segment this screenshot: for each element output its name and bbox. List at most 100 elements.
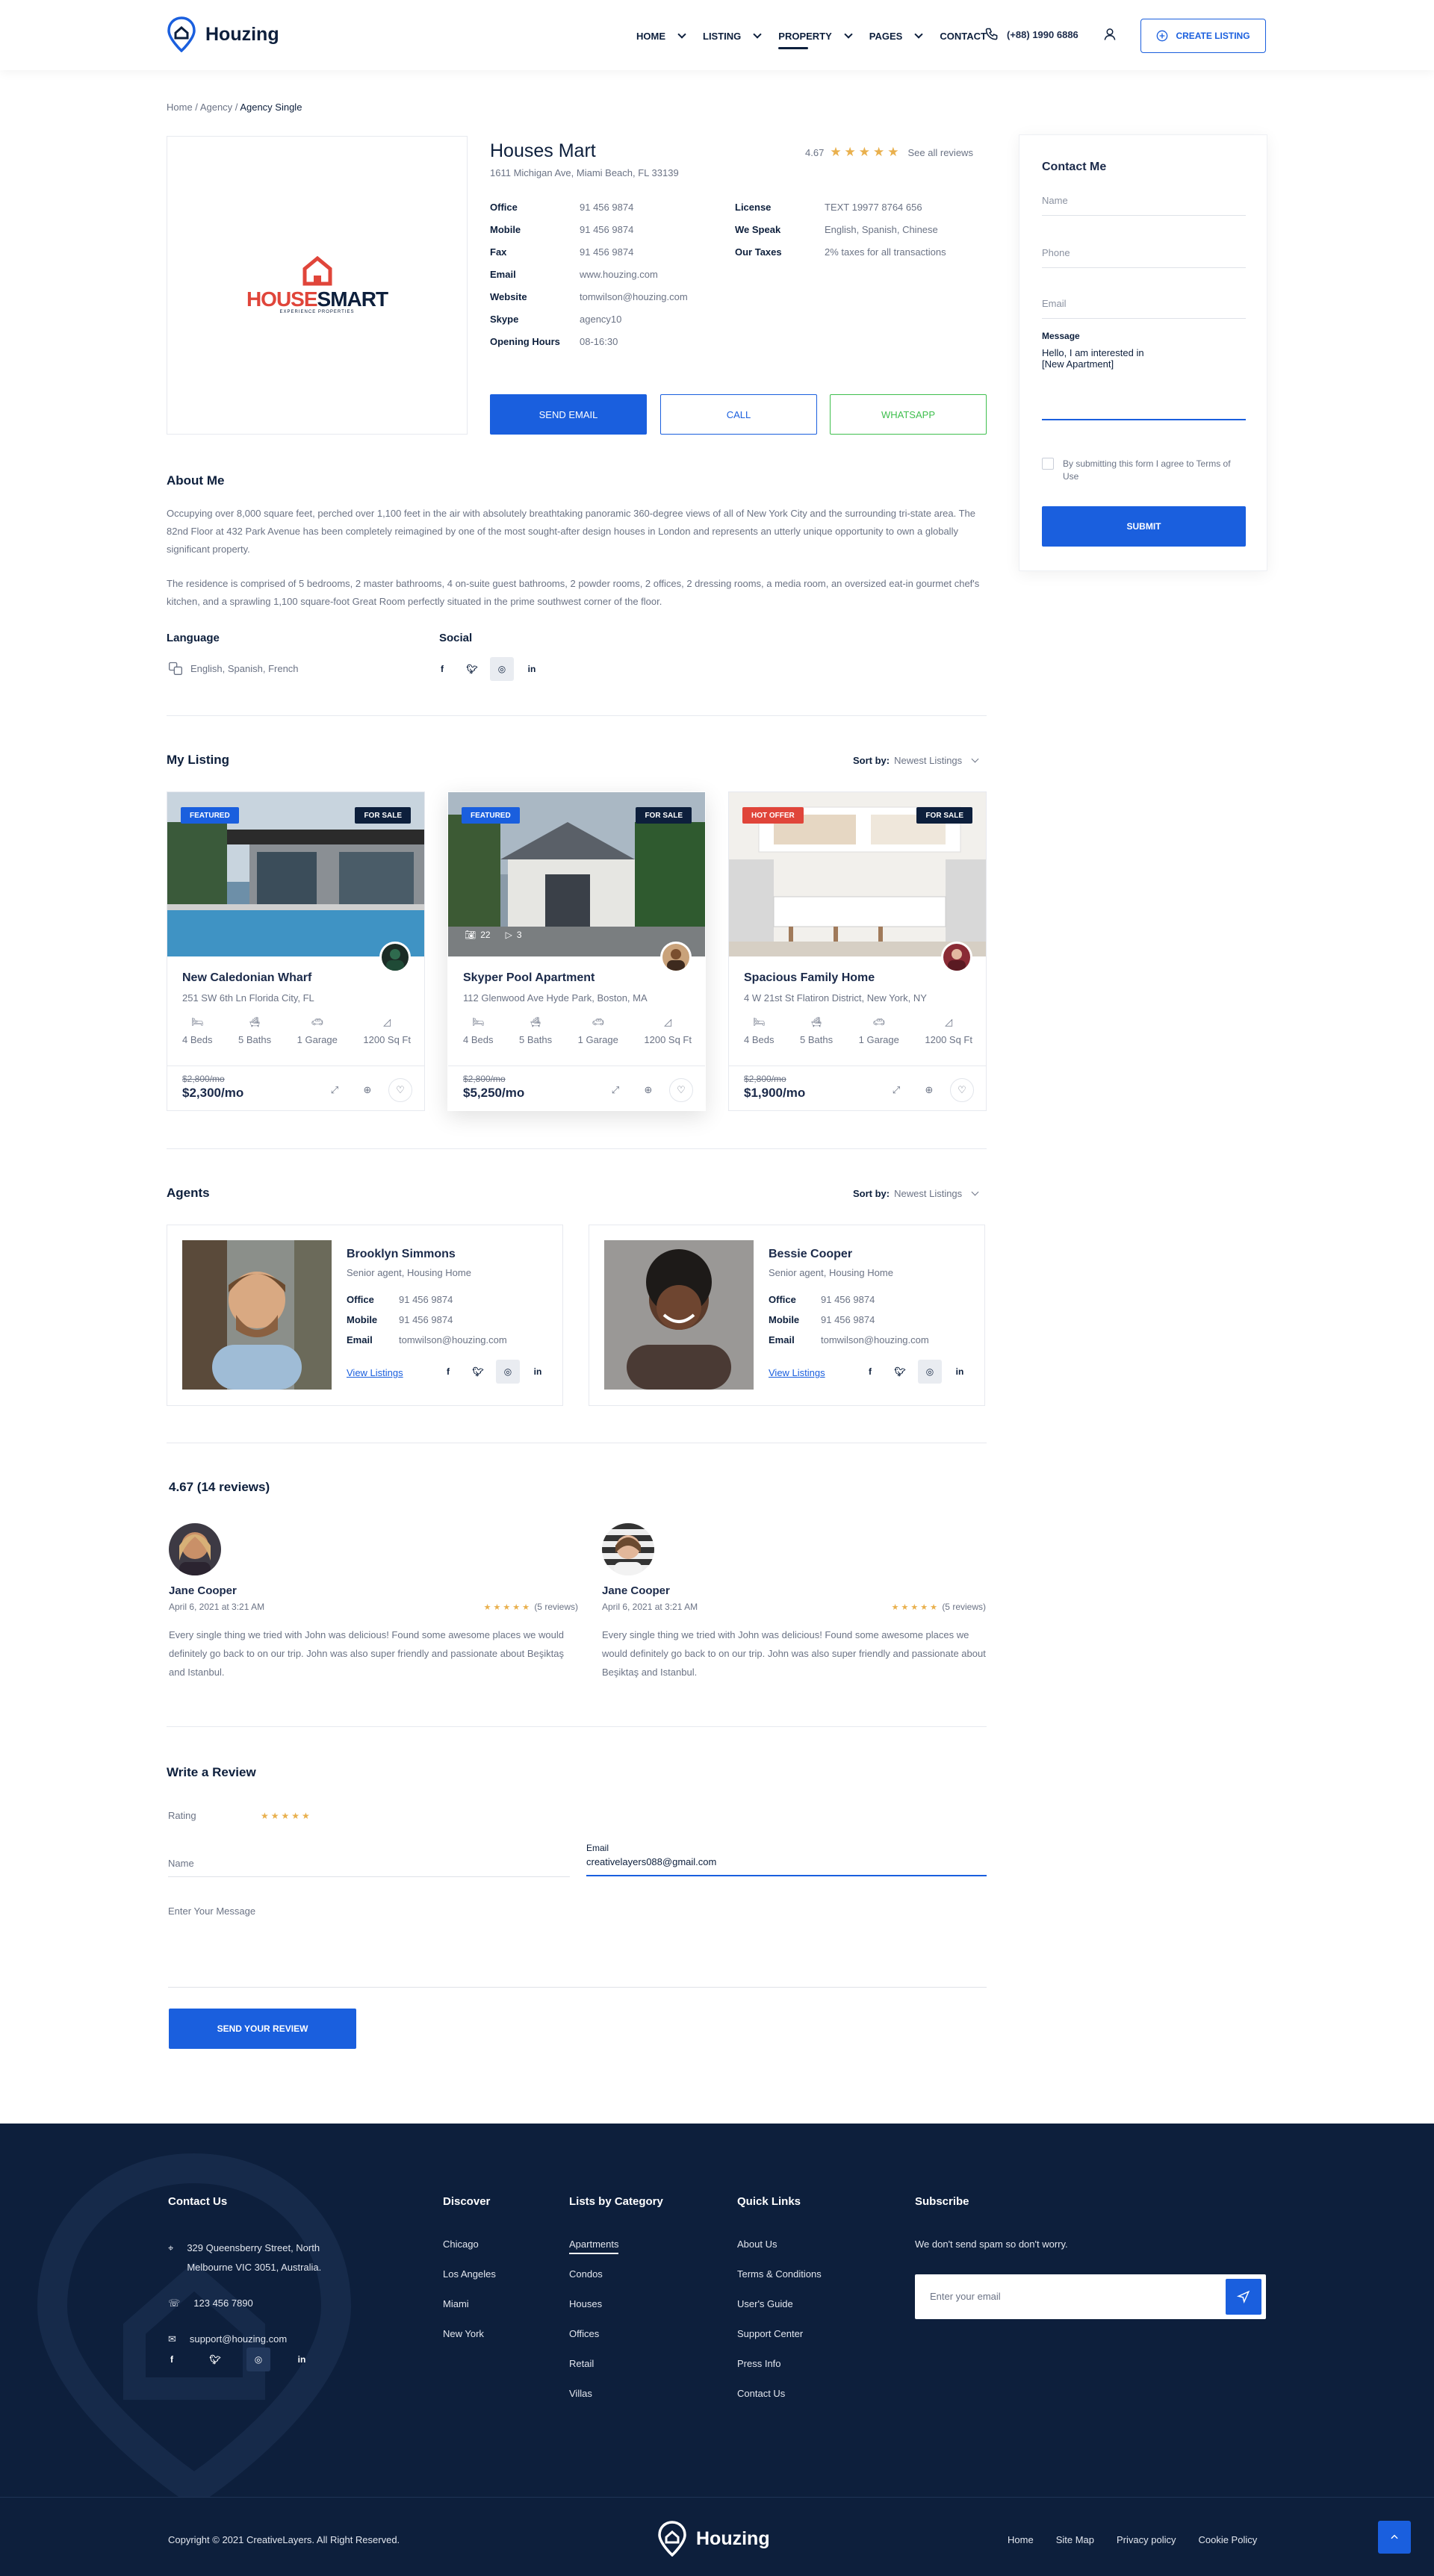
footer-link[interactable]: Houses: [569, 2298, 618, 2328]
heart-icon[interactable]: ♡: [669, 1078, 693, 1102]
back-to-top-button[interactable]: [1378, 2521, 1411, 2554]
whatsapp-button[interactable]: WHATSAPP: [830, 394, 987, 435]
linkedin-icon[interactable]: in: [290, 2348, 314, 2371]
nav-listing[interactable]: LISTING: [703, 27, 762, 45]
review-message-textarea[interactable]: Enter Your Message: [168, 1905, 987, 1988]
see-all-reviews-link[interactable]: See all reviews: [908, 147, 973, 158]
compare-icon[interactable]: ⊕: [356, 1078, 379, 1102]
footer-bottom-link[interactable]: Cookie Policy: [1198, 2534, 1257, 2545]
footer-bottom-link[interactable]: Site Map: [1056, 2534, 1094, 2545]
contact-email-input[interactable]: Email: [1042, 298, 1246, 319]
nav-pages[interactable]: PAGES: [869, 27, 924, 45]
listing-sort-dropdown[interactable]: Sort by: Newest Listings: [853, 755, 979, 766]
footer-bottom-link[interactable]: Home: [1008, 2534, 1034, 2545]
contact-message-textarea[interactable]: Message Hello, I am interested in [New A…: [1042, 331, 1246, 420]
agent-photo[interactable]: [604, 1240, 754, 1390]
facebook-icon[interactable]: f: [160, 2348, 184, 2371]
instagram-icon[interactable]: ◎: [246, 2348, 270, 2371]
view-listings-link[interactable]: View Listings: [347, 1367, 403, 1378]
instagram-icon[interactable]: ◎: [496, 1360, 520, 1384]
footer-link[interactable]: Support Center: [737, 2328, 822, 2358]
agent-photo[interactable]: [182, 1240, 332, 1390]
nav-property[interactable]: PROPERTY: [778, 27, 853, 49]
agent-name[interactable]: Brooklyn Simmons: [347, 1248, 456, 1261]
instagram-icon[interactable]: ◎: [918, 1360, 942, 1384]
footer-link[interactable]: Retail: [569, 2358, 618, 2388]
site-logo[interactable]: Houzing: [167, 16, 279, 52]
terms-checkbox[interactable]: [1042, 458, 1054, 470]
expand-icon[interactable]: ⤢: [603, 1078, 627, 1102]
send-email-button[interactable]: SEND EMAIL: [490, 394, 647, 435]
listing-title[interactable]: Spacious Family Home: [744, 971, 875, 985]
footer-logo[interactable]: Houzing: [657, 2521, 770, 2557]
subscribe-button[interactable]: [1226, 2279, 1261, 2315]
heart-icon[interactable]: ♡: [950, 1078, 974, 1102]
listing-image[interactable]: HOT OFFER FOR SALE: [729, 792, 986, 956]
instagram-icon[interactable]: ◎: [490, 657, 514, 681]
footer-email[interactable]: support@houzing.com: [190, 2330, 287, 2349]
subscribe-email-input[interactable]: Enter your email: [915, 2274, 1266, 2319]
footer-link[interactable]: About Us: [737, 2239, 822, 2268]
header-phone[interactable]: (+88) 1990 6886: [984, 27, 1078, 42]
breadcrumb-home[interactable]: Home: [167, 102, 193, 113]
agents-sort-dropdown[interactable]: Sort by: Newest Listings: [853, 1188, 979, 1199]
footer-link[interactable]: Press Info: [737, 2358, 822, 2388]
footer-link[interactable]: User's Guide: [737, 2298, 822, 2328]
footer-link[interactable]: Los Angeles: [443, 2268, 496, 2298]
facebook-icon[interactable]: f: [436, 1360, 460, 1384]
linkedin-icon[interactable]: in: [526, 1360, 550, 1384]
user-account-button[interactable]: [1102, 27, 1117, 46]
contact-phone-input[interactable]: Phone: [1042, 247, 1246, 268]
footer-link[interactable]: Chicago: [443, 2239, 496, 2268]
facebook-icon[interactable]: f: [430, 657, 454, 681]
footer-link[interactable]: Apartments: [569, 2239, 619, 2268]
twitter-icon[interactable]: 🐦︎: [203, 2348, 227, 2371]
listing-card[interactable]: FEATURED FOR SALE 📷︎ 22 ▷ 3 Skyper Pool Ap…: [447, 791, 706, 1111]
submit-button[interactable]: SUBMIT: [1042, 506, 1246, 547]
twitter-icon[interactable]: 🐦︎: [460, 657, 484, 681]
twitter-icon[interactable]: 🐦︎: [888, 1360, 912, 1384]
linkedin-icon[interactable]: in: [520, 657, 544, 681]
linkedin-icon[interactable]: in: [948, 1360, 972, 1384]
contact-name-input[interactable]: Name: [1042, 195, 1246, 216]
review-email-input[interactable]: Email creativelayers088@gmail.com: [586, 1843, 987, 1876]
footer-link[interactable]: Offices: [569, 2328, 618, 2358]
footer-bottom-link[interactable]: Privacy policy: [1117, 2534, 1176, 2545]
nav-home[interactable]: HOME: [636, 27, 686, 45]
call-button[interactable]: CALL: [660, 394, 817, 435]
listing-image[interactable]: FEATURED FOR SALE: [167, 792, 424, 956]
nav-contact[interactable]: CONTACT: [940, 27, 987, 45]
listing-title[interactable]: New Caledonian Wharf: [182, 971, 311, 985]
footer-link[interactable]: Villas: [569, 2388, 618, 2418]
info-row: Website tomwilson@houzing.com: [490, 291, 688, 314]
send-review-button[interactable]: SEND YOUR REVIEW: [169, 2009, 356, 2049]
twitter-icon[interactable]: 🐦︎: [466, 1360, 490, 1384]
footer-link[interactable]: Condos: [569, 2268, 618, 2298]
footer-link[interactable]: Terms & Conditions: [737, 2268, 822, 2298]
rating-stars-input[interactable]: ★★★★★: [261, 1811, 312, 1821]
expand-icon[interactable]: ⤢: [884, 1078, 908, 1102]
language-row: English, Spanish, French: [168, 661, 299, 676]
footer-link[interactable]: New York: [443, 2328, 496, 2358]
view-listings-link[interactable]: View Listings: [769, 1367, 825, 1378]
listing-card[interactable]: HOT OFFER FOR SALE Spacious Family Home …: [728, 791, 987, 1111]
compare-icon[interactable]: ⊕: [917, 1078, 941, 1102]
agent-avatar[interactable]: [379, 942, 411, 973]
agent-avatar[interactable]: [660, 942, 692, 973]
listing-image[interactable]: FEATURED FOR SALE 📷︎ 22 ▷ 3: [448, 792, 705, 956]
create-listing-button[interactable]: CREATE LISTING: [1140, 19, 1266, 53]
facebook-icon[interactable]: f: [858, 1360, 882, 1384]
agent-avatar[interactable]: [941, 942, 972, 973]
review-name-input[interactable]: Name: [168, 1858, 570, 1877]
heart-icon[interactable]: ♡: [388, 1078, 412, 1102]
breadcrumb-agency[interactable]: Agency: [200, 102, 232, 113]
message-label: Message: [1042, 331, 1080, 341]
listing-card[interactable]: FEATURED FOR SALE New Caledonian Wharf 2…: [167, 791, 425, 1111]
footer-link[interactable]: Contact Us: [737, 2388, 822, 2418]
footer-address: 329 Queensberry Street, North Melbourne …: [187, 2242, 322, 2273]
listing-title[interactable]: Skyper Pool Apartment: [463, 971, 595, 985]
footer-link[interactable]: Miami: [443, 2298, 496, 2328]
expand-icon[interactable]: ⤢: [323, 1078, 347, 1102]
agent-name[interactable]: Bessie Cooper: [769, 1248, 852, 1261]
compare-icon[interactable]: ⊕: [636, 1078, 660, 1102]
